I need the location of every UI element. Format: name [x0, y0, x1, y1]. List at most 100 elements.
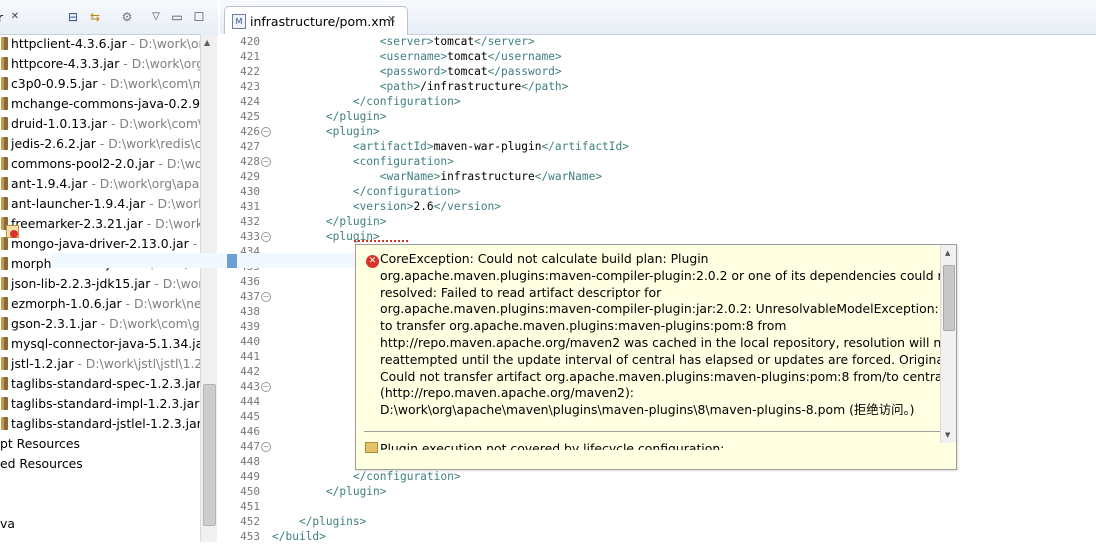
error-message-line: CoreException: Could not calculate build…: [380, 251, 709, 266]
jar-icon: [1, 277, 8, 290]
jar-name: gson-2.3.1.jar: [11, 316, 97, 331]
link-with-editor-icon[interactable]: ⇆: [88, 10, 102, 24]
popup-scroll-thumb[interactable]: [943, 265, 955, 331]
line-number-gutter: 420 421 422 423 424 425 426−427 428−429 430 431 43…: [220, 34, 271, 543]
xml-tag: <password>: [379, 65, 448, 78]
jar-icon: [1, 137, 8, 150]
popup-scrollbar[interactable]: ▲ ▼: [940, 245, 956, 443]
collapse-all-icon[interactable]: ⊟: [66, 10, 80, 24]
jar-name: freemarker-2.3.21.jar: [11, 216, 143, 231]
tab-pom-xml[interactable]: M infrastructure/pom.xml ✕: [224, 6, 408, 35]
close-icon[interactable]: ✕: [8, 10, 22, 24]
error-message-line: D:\work\org\apache\maven\plugins\maven-p…: [380, 402, 915, 418]
editor-tab-bar: M infrastructure/pom.xml ✕: [220, 0, 1096, 35]
jar-item[interactable]: commons-pool2-2.0.jar - D:\wor: [0, 154, 200, 174]
scroll-up-icon[interactable]: ▲: [945, 249, 950, 257]
jar-name: jstl-1.2.jar: [11, 356, 74, 371]
maximize-icon[interactable]: ☐: [192, 10, 206, 24]
code-line: </configuration>: [272, 184, 461, 199]
tree-item[interactable]: va: [0, 514, 15, 534]
error-message-line: to transfer org.apache.maven.plugins:mav…: [380, 318, 787, 334]
jar-item[interactable]: taglibs-standard-jstlel-1.2.3.jar -: [0, 414, 200, 434]
jar-item[interactable]: jedis-2.6.2.jar - D:\work\redis\cli: [0, 134, 200, 154]
fold-toggle-icon[interactable]: −: [261, 382, 271, 392]
code-line: </plugins>: [272, 514, 366, 529]
problem-hover-popup[interactable]: ✕ CoreException: Could not calculate bui…: [355, 244, 957, 470]
jar-item[interactable]: mysql-connector-java-5.1.34.jar -: [0, 334, 200, 354]
fold-toggle-icon[interactable]: −: [261, 127, 271, 137]
line-number: 421: [240, 50, 260, 63]
fold-toggle-icon[interactable]: −: [261, 442, 271, 452]
jar-item[interactable]: ant-1.9.4.jar - D:\work\org\apach: [0, 174, 200, 194]
warning-icon: [365, 442, 378, 453]
jar-item[interactable]: mchange-commons-java-0.2.9.jar: [0, 94, 200, 114]
jar-icon: [1, 317, 8, 330]
code-line: </configuration>: [272, 469, 461, 484]
jar-path: - D:\work\net\: [125, 296, 200, 311]
popup-separator: [364, 431, 940, 432]
tree-item[interactable]: pt Resources: [0, 434, 80, 454]
line-number: 447: [240, 440, 260, 453]
focus-icon[interactable]: ⚙: [120, 10, 134, 24]
error-message-line: org.apache.maven.plugins:maven-compiler-…: [380, 301, 942, 317]
line-number: 424: [240, 95, 260, 108]
jar-name: ant-launcher-1.9.4.jar: [11, 196, 146, 211]
line-number: 448: [240, 455, 260, 468]
xml-tag: </build>: [272, 530, 326, 542]
jar-item[interactable]: freemarker-2.3.21.jar - D:\work\o: [0, 214, 200, 234]
jar-item[interactable]: jstl-1.2.jar - D:\work\jstl\jstl\1.2: [0, 354, 200, 374]
xml-tag: </plugin>: [325, 215, 387, 228]
line-number: 431: [240, 200, 260, 213]
jar-icon: [1, 37, 8, 50]
jar-item[interactable]: druid-1.0.13.jar - D:\work\com\al: [0, 114, 200, 134]
tree-item[interactable]: ed Resources: [0, 454, 83, 474]
jar-item[interactable]: httpcore-4.3.3.jar - D:\work\org\: [0, 54, 200, 74]
jar-item[interactable]: ant-launcher-1.9.4.jar - D:\work\o: [0, 194, 200, 214]
scroll-down-icon[interactable]: ▼: [945, 431, 950, 439]
xml-tag: </username>: [487, 50, 562, 63]
minimize-icon[interactable]: ▭: [170, 10, 184, 24]
package-explorer: r ✕ ⊟ ⇆ ⚙ ▽ ▭ ☐ httpclient-4.3.6.jar - D…: [0, 0, 218, 542]
line-number: 449: [240, 470, 260, 483]
jar-icon: [1, 377, 8, 390]
jar-icon: [1, 177, 8, 190]
scroll-up-icon[interactable]: ▲: [204, 38, 210, 47]
explorer-tab-title[interactable]: r: [0, 11, 3, 25]
fold-toggle-icon[interactable]: −: [261, 157, 271, 167]
tab-close-icon[interactable]: ✕: [387, 13, 396, 26]
xml-tag: <path>: [379, 80, 421, 93]
jar-item[interactable]: mongo-java-driver-2.13.0.jar - D: [0, 234, 200, 254]
jar-icon: [1, 357, 8, 370]
code-line: <warName>infrastructure</warName>: [272, 169, 602, 184]
error-message-line: Could not transfer artifact org.apache.m…: [380, 368, 942, 384]
jar-item[interactable]: gson-2.3.1.jar - D:\work\com\go: [0, 314, 200, 334]
jar-item[interactable]: taglibs-standard-spec-1.2.3.jar -: [0, 374, 200, 394]
xml-tag: <server>: [379, 35, 434, 48]
jar-item[interactable]: json-lib-2.2.3-jdk15.jar - D:\work: [0, 274, 200, 294]
jar-icon: [1, 257, 8, 270]
jar-item[interactable]: ezmorph-1.0.6.jar - D:\work\net\: [0, 294, 200, 314]
code-line: <username>tomcat</username>: [272, 49, 562, 64]
xml-tag: </server>: [474, 35, 535, 48]
jar-item[interactable]: httpclient-4.3.6.jar - D:\work\org\: [0, 34, 200, 54]
line-number: 429: [240, 170, 260, 183]
fold-toggle-icon[interactable]: −: [261, 292, 271, 302]
jar-item[interactable]: taglibs-standard-impl-1.2.3.jar -: [0, 394, 200, 414]
line-number: 432: [240, 215, 260, 228]
explorer-scroll-thumb[interactable]: [203, 384, 216, 526]
jar-name: commons-pool2-2.0.jar: [11, 156, 155, 171]
view-menu-icon[interactable]: ▽: [149, 10, 163, 24]
jar-icon: [1, 157, 8, 170]
xml-text: /infrastructure: [420, 80, 522, 93]
jar-item[interactable]: c3p0-0.9.5.jar - D:\work\com\mc: [0, 74, 200, 94]
xml-text: infrastructure: [440, 170, 535, 183]
explorer-scrollbar[interactable]: ▲: [200, 34, 217, 542]
fold-toggle-icon[interactable]: −: [261, 232, 271, 242]
jar-path: - D:\work\com\al: [111, 116, 200, 131]
